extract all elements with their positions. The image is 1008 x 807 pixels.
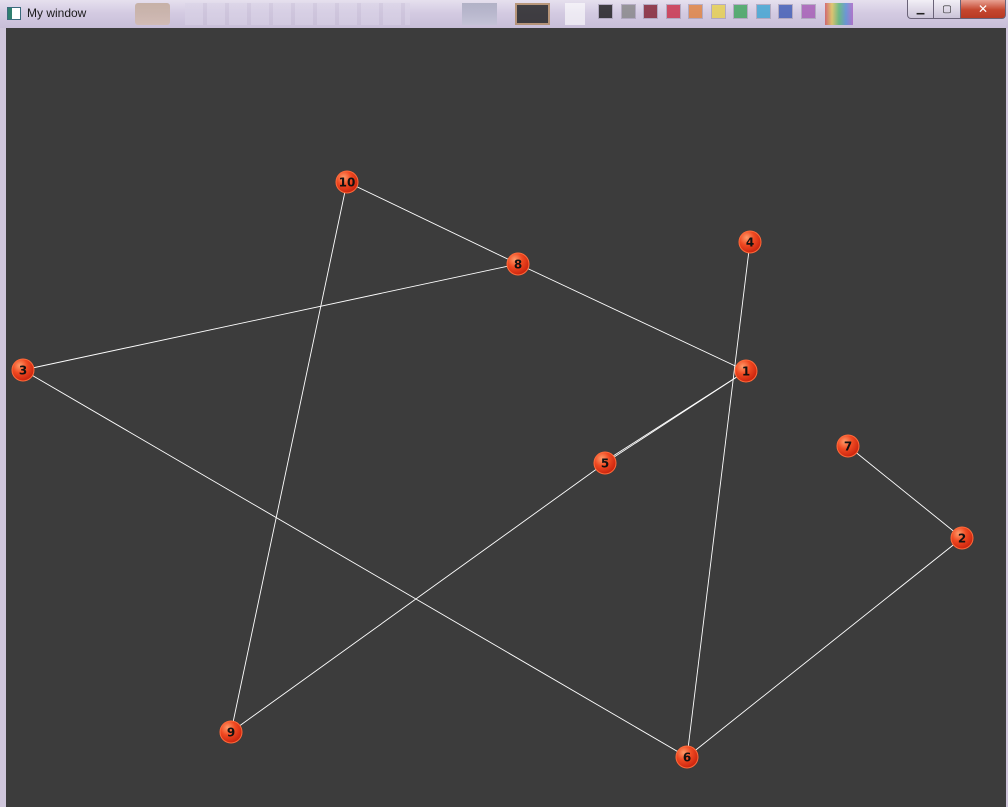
minimize-icon: ▁ bbox=[916, 3, 925, 15]
background-swatch bbox=[778, 4, 793, 19]
node-2[interactable]: 2 bbox=[950, 526, 974, 550]
background-swatch bbox=[643, 4, 658, 19]
close-icon: ✕ bbox=[977, 2, 989, 16]
edge-4-6 bbox=[686, 241, 751, 758]
edge-9-5 bbox=[230, 462, 606, 733]
edge-2-7 bbox=[847, 445, 963, 539]
background-swatch bbox=[755, 4, 771, 19]
maximize-icon: ▢ bbox=[942, 3, 952, 15]
node-label: 6 bbox=[683, 751, 691, 765]
node-label: 2 bbox=[958, 532, 966, 546]
background-swatch bbox=[620, 4, 636, 19]
background-swatch bbox=[665, 4, 681, 19]
background-swatch bbox=[733, 4, 748, 19]
graph-svg: 1 2 3 4 5 6 7 8 9 10 bbox=[11, 170, 974, 769]
node-label: 4 bbox=[746, 236, 754, 250]
close-button[interactable]: ✕ bbox=[961, 0, 1006, 19]
background-swatch bbox=[598, 4, 613, 19]
graph-canvas[interactable]: 1 2 3 4 5 6 7 8 9 10 bbox=[6, 28, 1006, 807]
edge-8-1 bbox=[517, 263, 747, 372]
node-label: 7 bbox=[844, 440, 852, 454]
graph-edges bbox=[22, 181, 963, 758]
node-10[interactable]: 10 bbox=[335, 170, 359, 194]
node-6[interactable]: 6 bbox=[675, 745, 699, 769]
node-label: 9 bbox=[227, 726, 235, 740]
app-icon[interactable] bbox=[7, 7, 21, 20]
minimize-button[interactable]: ▁ bbox=[907, 0, 934, 19]
node-3[interactable]: 3 bbox=[11, 358, 35, 382]
background-swatch bbox=[800, 4, 816, 19]
background-swatch bbox=[710, 4, 726, 19]
graph-nodes: 1 2 3 4 5 6 7 8 9 10 bbox=[11, 170, 974, 769]
edge-6-2 bbox=[686, 537, 963, 758]
node-4[interactable]: 4 bbox=[738, 230, 762, 254]
edge-10-8 bbox=[346, 181, 519, 265]
node-label: 3 bbox=[19, 364, 27, 378]
background-swatch bbox=[688, 4, 703, 19]
edge-8-3 bbox=[22, 263, 519, 371]
maximize-button[interactable]: ▢ bbox=[934, 0, 961, 19]
node-1[interactable]: 1 bbox=[734, 359, 758, 383]
node-label: 5 bbox=[601, 457, 609, 471]
edge-10-9 bbox=[230, 181, 348, 733]
node-label: 10 bbox=[339, 176, 356, 190]
node-label: 8 bbox=[514, 258, 522, 272]
node-7[interactable]: 7 bbox=[836, 434, 860, 458]
edge-3-6 bbox=[22, 369, 688, 758]
title-bar[interactable]: My window ▁ ▢ ✕ bbox=[0, 0, 1008, 28]
window-title: My window bbox=[27, 6, 87, 20]
window-controls: ▁ ▢ ✕ bbox=[907, 0, 1006, 20]
node-9[interactable]: 9 bbox=[219, 720, 243, 744]
node-5[interactable]: 5 bbox=[593, 451, 617, 475]
node-8[interactable]: 8 bbox=[506, 252, 530, 276]
node-label: 1 bbox=[742, 365, 750, 379]
